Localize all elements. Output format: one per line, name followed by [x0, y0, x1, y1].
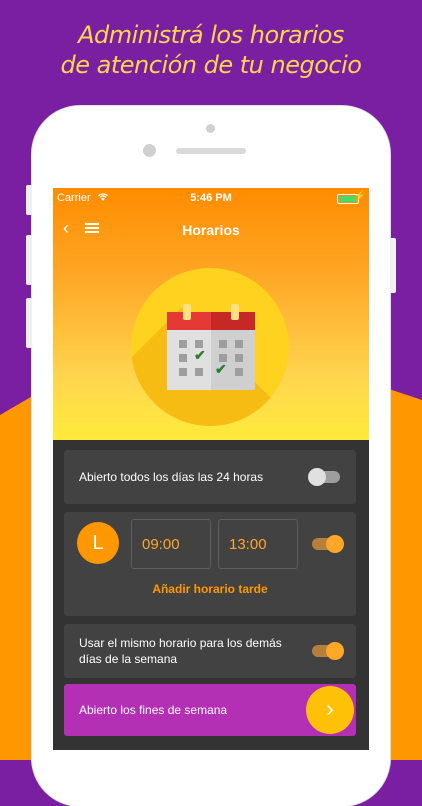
open-24h-toggle[interactable]: [308, 468, 340, 486]
promo-headline: Administrá los horarios de atención de t…: [0, 20, 422, 80]
calendar-illustration: ✔ ✔: [131, 268, 289, 426]
status-time: 5:46 PM: [190, 192, 232, 204]
status-bar: Carrier 5:46 PM ⚡: [53, 188, 369, 208]
phone-volume-up: [26, 235, 32, 285]
headline-line-1: Administrá los horarios: [78, 21, 344, 49]
page-title: Horarios: [182, 222, 240, 238]
close-time-field[interactable]: 13:00: [218, 519, 298, 569]
weekend-row[interactable]: Abierto los fines de semana ›: [64, 684, 356, 736]
camera-dot: [206, 124, 215, 133]
day-schedule-toggle[interactable]: [312, 535, 344, 553]
chevron-right-icon: ›: [326, 696, 334, 721]
next-button[interactable]: ›: [306, 686, 354, 734]
open-24h-row: Abierto todos los días las 24 horas: [64, 450, 356, 504]
phone-power-button: [390, 238, 396, 293]
same-schedule-label-line-2: días de la semana: [79, 652, 178, 666]
speaker-grille: [176, 148, 246, 154]
day-badge[interactable]: L: [77, 522, 119, 564]
same-schedule-row: Usar el mismo horario para los demás día…: [64, 624, 356, 678]
same-schedule-toggle[interactable]: [312, 642, 344, 660]
open-24h-label: Abierto todos los días las 24 horas: [79, 470, 264, 484]
add-afternoon-link[interactable]: Añadir horario tarde: [64, 582, 356, 596]
header-hero: Carrier 5:46 PM ⚡ ‹ Horarios ✔ ✔: [53, 188, 369, 440]
same-schedule-label: Usar el mismo horario para los demás día…: [79, 635, 282, 667]
phone-side-button: [26, 185, 32, 215]
checkmark-icon: ✔: [194, 347, 206, 363]
charging-icon: ⚡: [353, 191, 366, 202]
app-screen: Carrier 5:46 PM ⚡ ‹ Horarios ✔ ✔ Abierto…: [53, 188, 369, 750]
headline-line-2: de atención de tu negocio: [60, 51, 362, 79]
same-schedule-label-line-1: Usar el mismo horario para los demás: [79, 636, 282, 650]
day-schedule-row: L 09:00 13:00 Añadir horario tarde: [64, 512, 356, 616]
nav-bar: ‹ Horarios: [53, 216, 369, 244]
calendar-icon: ✔ ✔: [167, 304, 255, 390]
front-camera: [143, 144, 156, 157]
open-time-field[interactable]: 09:00: [131, 519, 211, 569]
weekend-label: Abierto los fines de semana: [79, 703, 228, 717]
phone-volume-down: [26, 298, 32, 348]
checkmark-icon: ✔: [215, 361, 227, 377]
